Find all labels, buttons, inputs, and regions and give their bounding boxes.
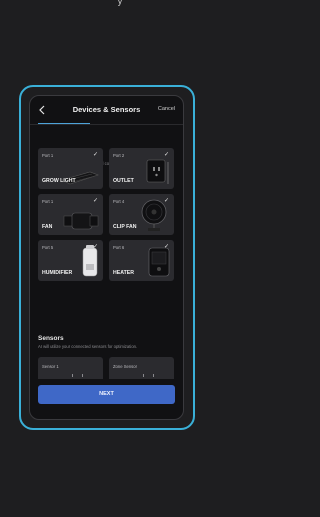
sensor-label: Zone Sensor (113, 364, 137, 369)
sensors-section: Sensors AI will utilize your connected s… (38, 335, 137, 349)
port-label: Port 1 (42, 199, 54, 204)
device-card-heater[interactable]: Port 6 ✓ HEATER (109, 240, 174, 281)
port-label: Port 5 (42, 245, 54, 250)
device-card-fan[interactable]: Port 1 ✓ FAN (38, 194, 103, 235)
top-caption: y (117, 0, 123, 6)
sensor-grid: Sensor 1 Zone Sensor (38, 357, 175, 379)
sensor-tick (153, 374, 154, 377)
device-grid: Port 1 ✓ GROW LIGHT Port 2 ✓ OUTLET Port… (38, 148, 175, 281)
sensor-tick (82, 374, 83, 377)
next-button[interactable]: NEXT (38, 385, 175, 404)
header-divider (30, 124, 183, 125)
check-icon: ✓ (92, 152, 98, 158)
device-name: HEATER (113, 270, 134, 276)
device-name: OUTLET (113, 178, 134, 184)
humidifier-icon (82, 245, 98, 277)
port-label: Port 4 (113, 199, 125, 204)
device-name: GROW LIGHT (42, 178, 76, 184)
check-icon: ✓ (92, 198, 98, 204)
cancel-button[interactable]: Cancel (158, 106, 175, 112)
sensor-card-1[interactable]: Sensor 1 (38, 357, 103, 379)
heater-icon (148, 247, 170, 277)
port-label: Port 2 (113, 153, 125, 158)
sensor-label: Sensor 1 (42, 364, 59, 369)
device-name: CLIP FAN (113, 224, 137, 230)
device-card-outlet[interactable]: Port 2 ✓ OUTLET (109, 148, 174, 189)
inline-fan-icon (63, 212, 99, 230)
device-name: FAN (42, 224, 53, 230)
port-label: Port 1 (42, 153, 54, 158)
clip-fan-icon (141, 199, 167, 231)
device-card-grow-light[interactable]: Port 1 ✓ GROW LIGHT (38, 148, 103, 189)
header: Devices & Sensors Cancel (30, 96, 183, 125)
device-name: HUMIDIFIER (42, 270, 73, 276)
sensors-title: Sensors (38, 335, 64, 342)
outlet-icon (146, 159, 169, 184)
sensor-tick (143, 374, 144, 377)
sensor-tick (72, 374, 73, 377)
sensor-card-zone[interactable]: Zone Sensor (109, 357, 174, 379)
sensors-subtitle: AI will utilize your connected sensors f… (38, 344, 138, 349)
device-card-humidifier[interactable]: Port 5 ✓ HUMIDIFIER (38, 240, 103, 281)
port-label: Port 6 (113, 245, 125, 250)
check-icon: ✓ (163, 152, 169, 158)
device-card-clip-fan[interactable]: Port 4 ✓ CLIP FAN (109, 194, 174, 235)
